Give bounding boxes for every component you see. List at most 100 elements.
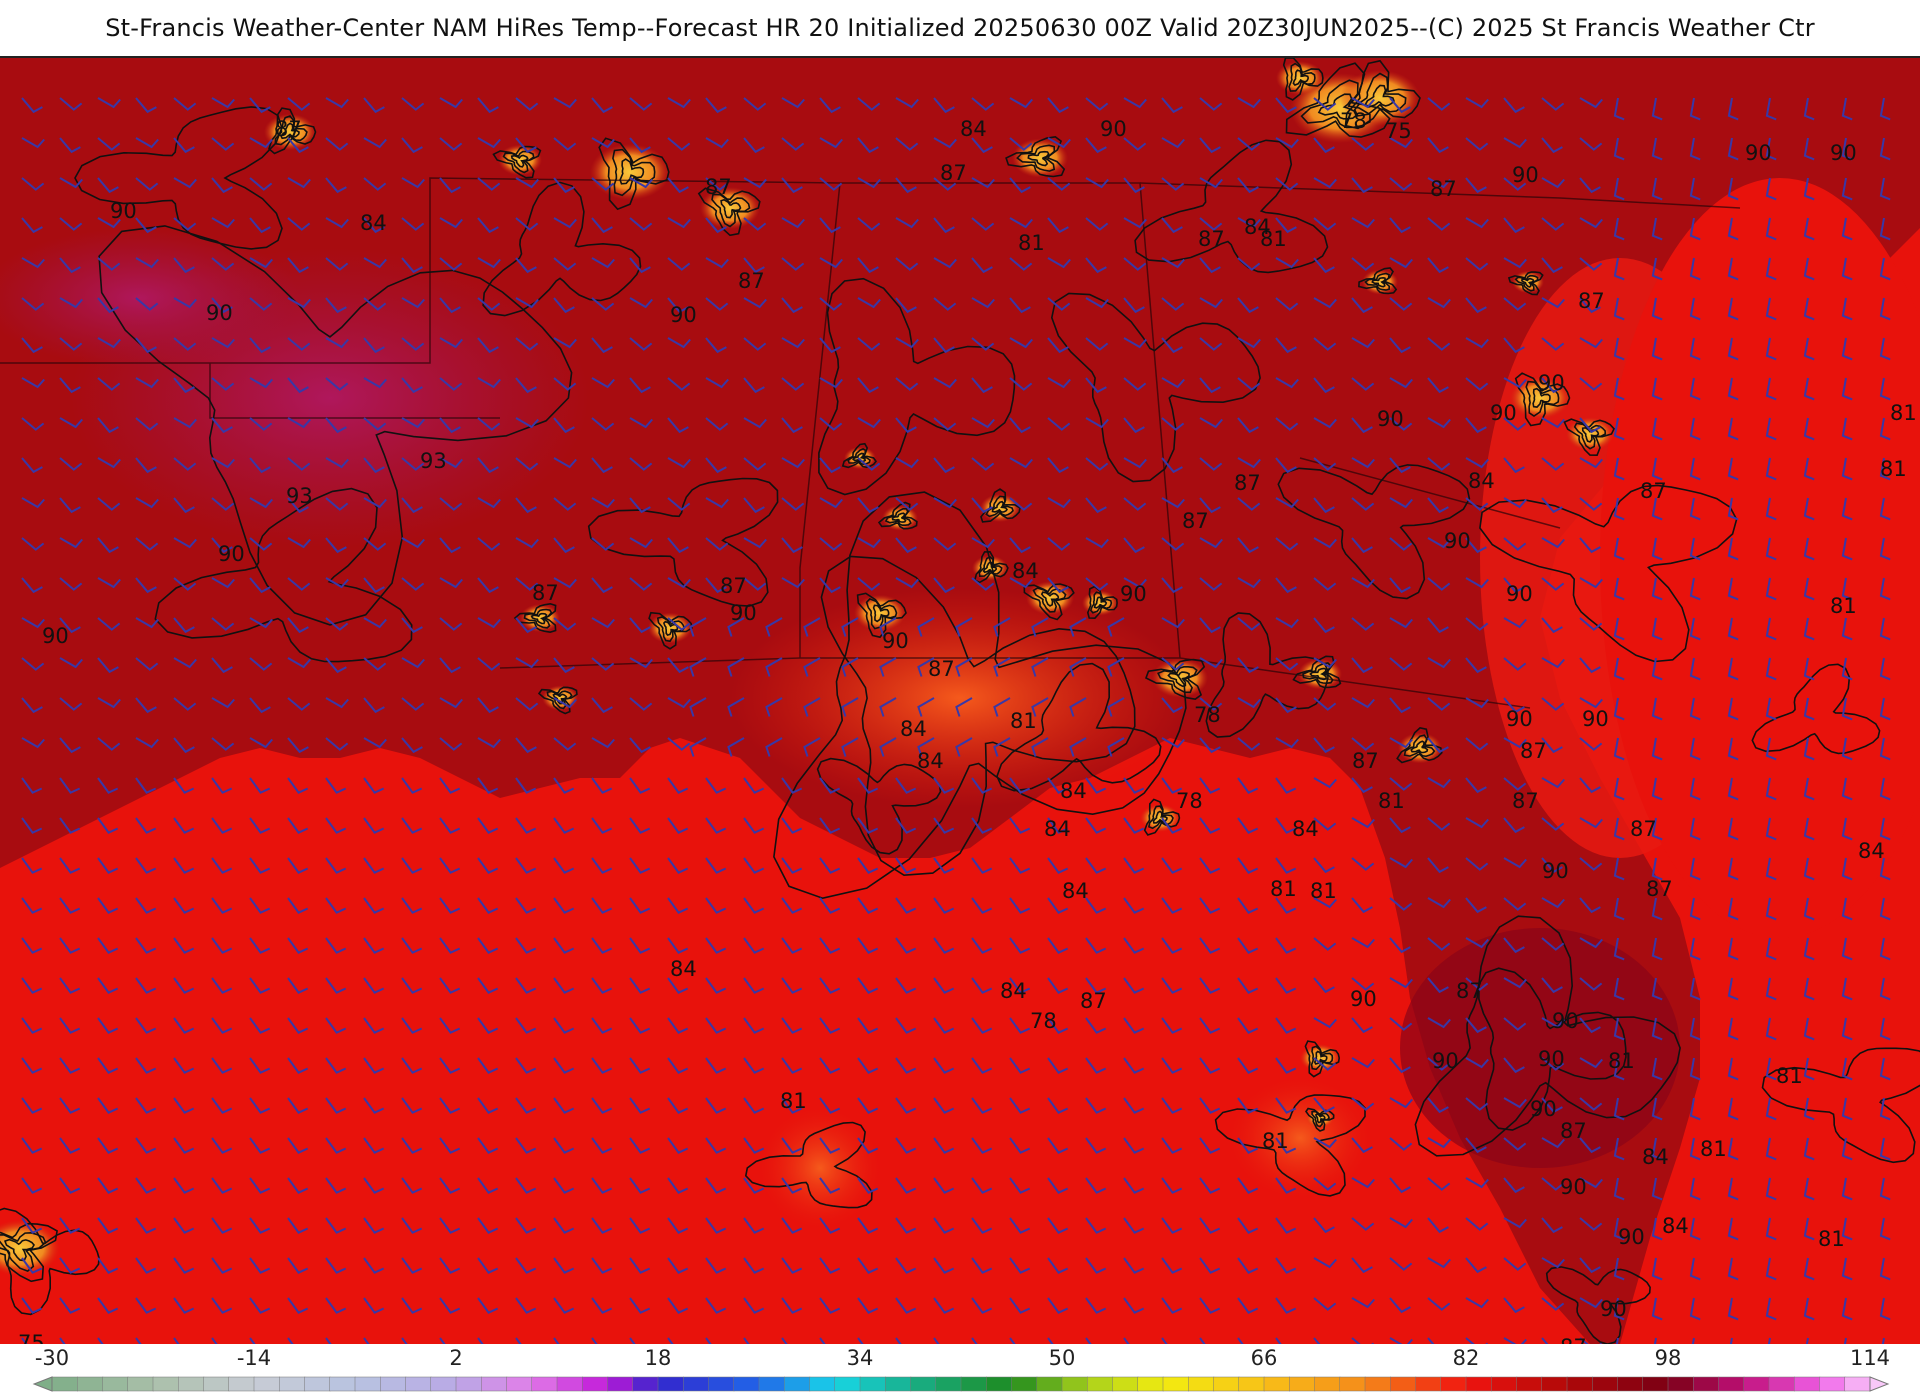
- colorbar-tick-label: 66: [1250, 1346, 1278, 1370]
- contour-label: 87: [1560, 1335, 1587, 1344]
- colorbar-bin: [1415, 1376, 1442, 1392]
- colorbar-bin: [1768, 1376, 1795, 1392]
- contour-label: 75: [1385, 119, 1412, 143]
- colorbar-bin: [1364, 1376, 1391, 1392]
- contour-label: 84: [1292, 817, 1319, 841]
- contour-label: 90: [1745, 141, 1772, 165]
- colorbar-bin: [1566, 1376, 1593, 1392]
- colorbar-bin: [1137, 1376, 1164, 1392]
- contour-label: 81: [780, 1089, 807, 1113]
- contour-label: 90: [1552, 1009, 1579, 1033]
- colorbar-bin: [1314, 1376, 1341, 1392]
- contour-label: 84: [917, 749, 944, 773]
- map-title: St-Francis Weather-Center NAM HiRes Temp…: [105, 14, 1815, 42]
- colorbar-tick-label: -30: [34, 1346, 70, 1370]
- colorbar-bin: [329, 1376, 356, 1392]
- colorbar-bin: [1263, 1376, 1290, 1392]
- colorbar-tick-label: -14: [236, 1346, 272, 1370]
- contour-label: 90: [1490, 401, 1517, 425]
- colorbar-bin: [1289, 1376, 1316, 1392]
- colorbar-bin: [935, 1376, 962, 1392]
- contour-label: 84: [1662, 1214, 1689, 1238]
- colorbar-tick-labels: -30 -14 2 18 34 50 66 82 98 114: [0, 1344, 1920, 1374]
- colorbar-bin: [51, 1376, 78, 1392]
- contour-label: 90: [206, 301, 233, 325]
- colorbar-bin: [657, 1376, 684, 1392]
- contour-label: 81: [1830, 594, 1857, 618]
- storm-cell: [590, 144, 670, 200]
- colorbar-bin: [1819, 1376, 1846, 1392]
- colorbar-bin: [1440, 1376, 1467, 1392]
- contour-label: 90: [1830, 141, 1857, 165]
- colorbar-bin: [354, 1376, 381, 1392]
- temperature-colorbar: -30 -14 2 18 34 50 66 82 98 114: [0, 1344, 1920, 1400]
- contour-label: 90: [730, 601, 757, 625]
- contour-label: 81: [1378, 789, 1405, 813]
- colorbar-bin: [1465, 1376, 1492, 1392]
- contour-label: 84: [1062, 879, 1089, 903]
- colorbar-bin: [1339, 1376, 1366, 1392]
- contour-label: 90: [1120, 582, 1147, 606]
- colorbar-min-arrow: [32, 1376, 53, 1392]
- cool-zone-coast: [730, 588, 1190, 808]
- contour-label: 90: [1444, 529, 1471, 553]
- contour-label: 87: [275, 117, 302, 141]
- colorbar-bin: [1642, 1376, 1669, 1392]
- colorbar-bin: [127, 1376, 154, 1392]
- colorbar-bin: [910, 1376, 937, 1392]
- colorbar-bin: [632, 1376, 659, 1392]
- contour-label: 87: [1578, 289, 1605, 313]
- contour-label: 90: [218, 542, 245, 566]
- contour-label: 87: [940, 161, 967, 185]
- contour-label: 93: [286, 484, 313, 508]
- contour-label: 87: [1182, 509, 1209, 533]
- colorbar-bin: [1667, 1376, 1694, 1392]
- contour-label: 90: [1538, 1047, 1565, 1071]
- contour-label: 87: [1080, 989, 1107, 1013]
- contour-label: 90: [1377, 407, 1404, 431]
- contour-label: 87: [1630, 817, 1657, 841]
- colorbar-bin: [178, 1376, 205, 1392]
- colorbar-bin: [1213, 1376, 1240, 1392]
- colorbar-bin: [809, 1376, 836, 1392]
- colorbar-tick-label: 34: [846, 1346, 874, 1370]
- contour-label: 90: [1506, 707, 1533, 731]
- contour-label: 90: [1582, 707, 1609, 731]
- colorbar-bin: [1743, 1376, 1770, 1392]
- contour-label: 90: [1600, 1297, 1627, 1321]
- colorbar-bin: [683, 1376, 710, 1392]
- colorbar-bin: [582, 1376, 609, 1392]
- colorbar-bin: [1718, 1376, 1745, 1392]
- colorbar-bin: [1541, 1376, 1568, 1392]
- colorbar-bin: [960, 1376, 987, 1392]
- contour-label: 81: [1818, 1227, 1845, 1251]
- colorbar-max-arrow: [1869, 1376, 1890, 1392]
- colorbar-bin: [1061, 1376, 1088, 1392]
- colorbar-bin: [1693, 1376, 1720, 1392]
- contour-label: 84: [670, 957, 697, 981]
- colorbar-bin: [481, 1376, 508, 1392]
- contour-label: 84: [1044, 817, 1071, 841]
- contour-label: 87: [705, 175, 732, 199]
- colorbar-bin: [531, 1376, 558, 1392]
- colorbar-bin: [1491, 1376, 1518, 1392]
- contour-label: 90: [1560, 1175, 1587, 1199]
- contour-label: 81: [1776, 1064, 1803, 1088]
- colorbar-bin: [1516, 1376, 1543, 1392]
- colorbar-bin: [986, 1376, 1013, 1392]
- colorbar-bin: [1238, 1376, 1265, 1392]
- contour-label: 87: [532, 581, 559, 605]
- colorbar-bin: [859, 1376, 886, 1392]
- colorbar-bin: [1844, 1376, 1871, 1392]
- colorbar-bin: [253, 1376, 280, 1392]
- contour-label: 90: [42, 624, 69, 648]
- colorbar-tick-label: 2: [449, 1346, 463, 1370]
- contour-label: 87: [1646, 877, 1673, 901]
- contour-label: 87: [1520, 739, 1547, 763]
- cool-cell-gulf: [1230, 1078, 1370, 1198]
- colorbar-bin: [1087, 1376, 1114, 1392]
- colorbar-bin: [380, 1376, 407, 1392]
- colorbar-tick-label: 18: [644, 1346, 672, 1370]
- colorbar-bin: [1390, 1376, 1417, 1392]
- contour-label: 90: [670, 303, 697, 327]
